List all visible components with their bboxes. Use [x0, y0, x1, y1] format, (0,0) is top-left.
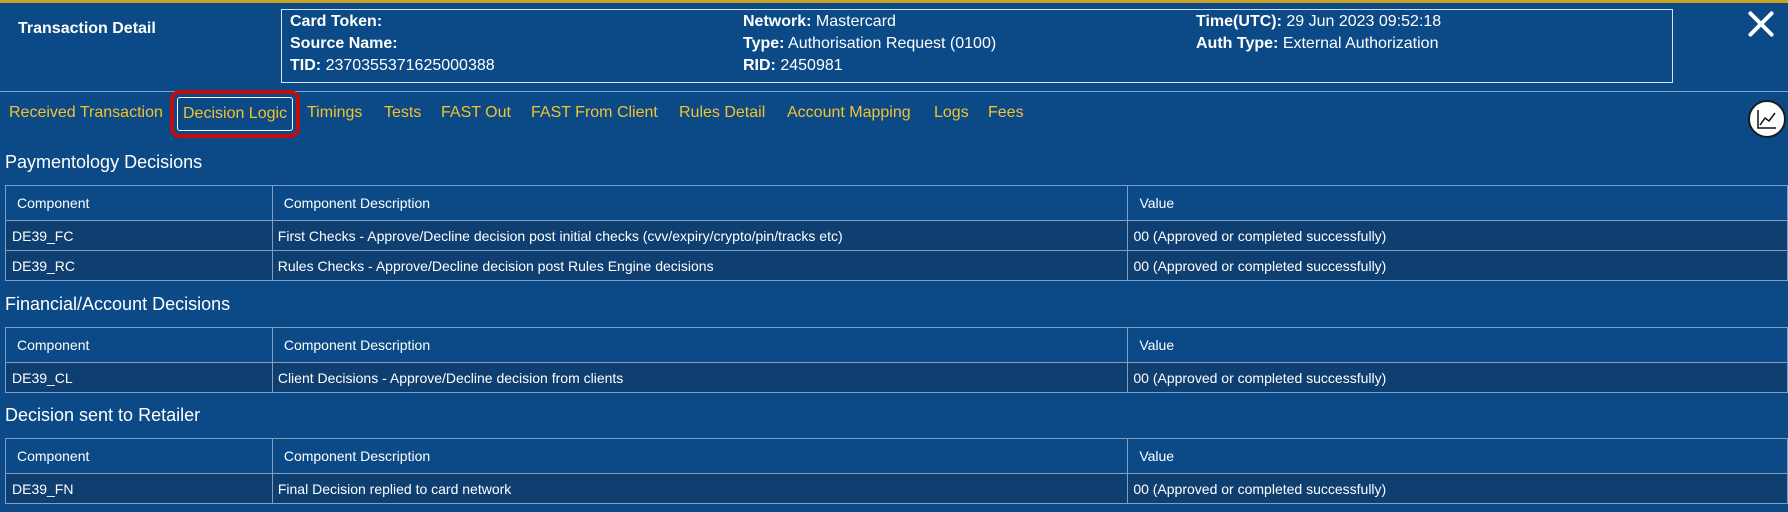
column-header: Value: [1127, 185, 1788, 221]
table-header-row: Component Component Description Value: [5, 438, 1788, 474]
table-cell: 00 (Approved or completed successfully): [1127, 220, 1788, 251]
table-cell: Final Decision replied to card network: [271, 473, 1129, 504]
table-cell: DE39_RC: [5, 250, 273, 281]
column-header: Component Description: [271, 327, 1129, 363]
paymentology-decisions-table: Component Component Description Value DE…: [5, 185, 1788, 281]
auth-type-field: Auth Type: External Authorization: [1196, 35, 1438, 53]
auth-type-value: External Authorization: [1282, 35, 1439, 52]
column-header: Value: [1127, 327, 1788, 363]
tab-rules-detail[interactable]: Rules Detail: [679, 94, 765, 132]
tab-received-transaction[interactable]: Received Transaction: [9, 94, 163, 132]
section-title-paymentology: Paymentology Decisions: [5, 152, 203, 172]
table-cell: 00 (Approved or completed successfully): [1127, 250, 1788, 281]
tid-label: TID:: [290, 57, 322, 74]
type-value: Authorisation Request (0100): [788, 35, 997, 52]
tid-field: TID: 2370355371625000388: [290, 57, 495, 75]
decision-sent-to-retailer-table: Component Component Description Value DE…: [5, 438, 1788, 504]
column-header: Value: [1127, 438, 1788, 474]
network-label: Network:: [743, 13, 812, 30]
transaction-info-box: Card Token: Source Name: TID: 2370355371…: [281, 9, 1673, 83]
rid-field: RID: 2450981: [743, 57, 843, 75]
table-cell: DE39_FC: [5, 220, 273, 251]
column-header: Component Description: [271, 438, 1129, 474]
type-field: Type: Authorisation Request (0100): [743, 35, 996, 53]
rid-value: 2450981: [780, 57, 843, 74]
table-cell: DE39_FN: [5, 473, 273, 504]
section-title-decision-sent-to-retailer: Decision sent to Retailer: [5, 405, 201, 425]
network-field: Network: Mastercard: [743, 13, 896, 31]
table-header-row: Component Component Description Value: [5, 185, 1788, 221]
table-row: DE39_RC Rules Checks - Approve/Decline d…: [5, 250, 1788, 281]
source-name-label: Source Name:: [290, 35, 398, 52]
line-chart-icon[interactable]: [1748, 100, 1786, 138]
time-label: Time(UTC):: [1196, 13, 1282, 30]
financial-account-decisions-table: Component Component Description Value DE…: [5, 327, 1788, 393]
table-header-row: Component Component Description Value: [5, 327, 1788, 363]
card-token-field: Card Token:: [290, 13, 382, 31]
table-cell: First Checks - Approve/Decline decision …: [271, 220, 1129, 251]
source-name-field: Source Name:: [290, 35, 398, 53]
table-row: DE39_FC First Checks - Approve/Decline d…: [5, 220, 1788, 251]
column-header: Component: [5, 438, 273, 474]
column-header: Component Description: [271, 185, 1129, 221]
tab-logs[interactable]: Logs: [934, 94, 969, 132]
table-cell: 00 (Approved or completed successfully): [1127, 362, 1788, 393]
tab-decision-logic[interactable]: Decision Logic: [169, 90, 301, 138]
tid-value: 2370355371625000388: [325, 57, 495, 74]
time-field: Time(UTC): 29 Jun 2023 09:52:18: [1196, 13, 1441, 31]
auth-type-label: Auth Type:: [1196, 35, 1279, 52]
table-cell: DE39_CL: [5, 362, 273, 393]
tab-bar: Received Transaction Decision Logic Timi…: [0, 90, 1788, 138]
network-value: Mastercard: [815, 13, 896, 30]
tab-tests[interactable]: Tests: [384, 94, 421, 132]
table-row: DE39_FN Final Decision replied to card n…: [5, 473, 1788, 504]
rid-label: RID:: [743, 57, 776, 74]
transaction-header: Transaction Detail Card Token: Source Na…: [0, 3, 1788, 92]
tab-timings[interactable]: Timings: [307, 94, 362, 132]
card-token-label: Card Token:: [290, 13, 383, 30]
type-label: Type:: [743, 35, 785, 52]
table-row: DE39_CL Client Decisions - Approve/Decli…: [5, 362, 1788, 393]
section-title-financial-account: Financial/Account Decisions: [5, 294, 231, 314]
close-icon[interactable]: [1746, 9, 1776, 39]
page-title: Transaction Detail: [18, 20, 156, 37]
table-cell: Client Decisions - Approve/Decline decis…: [271, 362, 1129, 393]
tab-fast-from-client[interactable]: FAST From Client: [531, 94, 658, 132]
column-header: Component: [5, 327, 273, 363]
tab-fees[interactable]: Fees: [988, 94, 1024, 132]
column-header: Component: [5, 185, 273, 221]
tab-account-mapping[interactable]: Account Mapping: [787, 94, 911, 132]
tab-fast-out[interactable]: FAST Out: [441, 94, 511, 132]
table-cell: Rules Checks - Approve/Decline decision …: [271, 250, 1129, 281]
table-cell: 00 (Approved or completed successfully): [1127, 473, 1788, 504]
time-value: 29 Jun 2023 09:52:18: [1286, 13, 1442, 30]
